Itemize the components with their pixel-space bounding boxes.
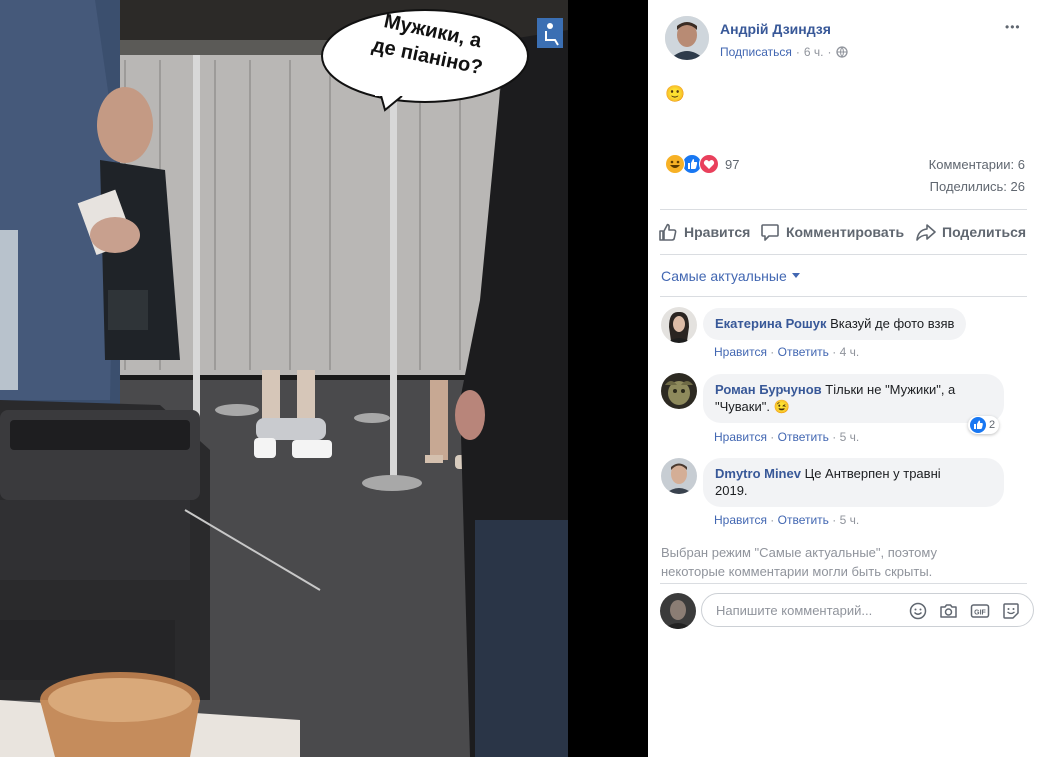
post-author-name[interactable]: Андрій Дзиндзя (720, 21, 831, 37)
comments-count[interactable]: Комментарии: 6 (929, 157, 1025, 172)
comment-like-reaction-icon (970, 417, 986, 433)
shares-count[interactable]: Поделились: 26 (930, 179, 1025, 194)
comment-sort-dropdown[interactable]: Самые актуальные (661, 268, 800, 284)
comment-sep-2a: · (770, 430, 775, 444)
share-button[interactable]: Поделиться (916, 221, 1026, 243)
comment-actions-3: Нравится · Ответить · 5 ч. (714, 513, 859, 527)
more-options-button[interactable]: ••• (1005, 20, 1021, 34)
comment-actions-2: Нравится · Ответить · 5 ч. (714, 430, 859, 444)
commenter-avatar-2[interactable] (661, 373, 697, 409)
share-icon (916, 222, 942, 242)
emoji-icon[interactable] (909, 602, 927, 620)
svg-text:GIF: GIF (974, 609, 986, 616)
comment-like-3[interactable]: Нравится (714, 513, 767, 527)
meta-separator-2: · (827, 45, 832, 59)
post-meta: Подписаться · 6 ч. · (720, 45, 848, 59)
comment-label: Комментировать (786, 224, 905, 240)
comment-input-placeholder: Напишите комментарий... (716, 603, 873, 618)
reactions-summary[interactable]: 97 (665, 154, 739, 174)
comment-time-1[interactable]: 4 ч. (840, 345, 860, 359)
comment-time-3[interactable]: 5 ч. (840, 513, 860, 527)
share-label: Поделиться (942, 224, 1027, 240)
comment-time-2[interactable]: 5 ч. (840, 430, 860, 444)
like-icon (658, 222, 684, 242)
sticker-icon[interactable] (1002, 602, 1020, 620)
like-button[interactable]: Нравится (658, 221, 750, 243)
comment-like-1[interactable]: Нравится (714, 345, 767, 359)
sort-label: Самые актуальные (661, 268, 787, 284)
subscribe-link[interactable]: Подписаться (720, 45, 792, 59)
camera-icon[interactable] (939, 602, 958, 620)
comment-sep-1b: · (832, 345, 837, 359)
comment-reply-1[interactable]: Ответить (778, 345, 829, 359)
comment-reactions-2[interactable]: 2 (968, 416, 1000, 434)
voting-booth-photo (0, 0, 568, 757)
gif-icon[interactable]: GIF (970, 602, 990, 620)
comment-text-1: Вказуй де фото взяв (830, 316, 955, 331)
commenter-avatar-1[interactable] (661, 307, 697, 343)
comment-sep-2b: · (832, 430, 837, 444)
comment-sep-3b: · (832, 513, 837, 527)
comment-button[interactable]: Комментировать (760, 221, 904, 243)
comment-reply-2[interactable]: Ответить (778, 430, 829, 444)
comment-reply-3[interactable]: Ответить (778, 513, 829, 527)
comment-reaction-count-2: 2 (989, 419, 996, 431)
comment-sep-3a: · (770, 513, 775, 527)
divider-top (660, 209, 1027, 210)
comment-actions-1: Нравится · Ответить · 4 ч. (714, 345, 859, 359)
reactions-count: 97 (725, 156, 740, 172)
comment-text-2-line2: "Чуваки". 😉 (715, 399, 790, 414)
notice-line-1: Выбран режим "Самые актуальные", поэтому (661, 545, 937, 560)
comment-author-3[interactable]: Dmytro Minev (715, 466, 801, 481)
haha-reaction-icon (665, 154, 685, 174)
comment-author-2[interactable]: Роман Бурчунов (715, 382, 822, 397)
like-label: Нравится (684, 224, 751, 240)
notice-line-2: некоторые комментарии могли быть скрыты. (661, 564, 933, 579)
divider-sort (660, 296, 1027, 297)
post-photo[interactable]: Мужики, а де піаніно? (0, 0, 568, 757)
comment-bubble-1: Екатерина Рошук Вказуй де фото взяв (703, 308, 967, 340)
comment-author-1[interactable]: Екатерина Рошук (715, 316, 827, 331)
comment-like-2[interactable]: Нравится (714, 430, 767, 444)
comment-text-2-line1: Тільки не "Мужики", а (825, 382, 956, 397)
divider-actions (660, 254, 1027, 255)
post-text: 🙂 (665, 86, 685, 103)
filtered-comments-notice: Выбран режим "Самые актуальные", поэтому… (661, 543, 937, 581)
caret-down-icon (791, 273, 800, 279)
comment-bubble-3: Dmytro Minev Це Антверпен у травні 2019. (703, 458, 1004, 507)
comment-text-3-line1: Це Антверпен у травні (804, 466, 941, 481)
comment-text-3-line2: 2019. (715, 483, 748, 498)
meta-separator: · (795, 45, 800, 59)
comment-icon (760, 222, 786, 242)
post-time[interactable]: 6 ч. (804, 45, 824, 59)
divider-composer (660, 583, 1027, 584)
current-user-avatar (660, 593, 696, 629)
post-details-panel: Андрій Дзиндзя Подписаться · 6 ч. · ••• … (648, 0, 1039, 757)
author-avatar[interactable] (665, 16, 709, 60)
commenter-avatar-3[interactable] (661, 458, 697, 494)
comment-input[interactable]: Напишите комментарий... GIF (701, 593, 1034, 627)
globe-icon (835, 46, 848, 58)
comment-sep-1a: · (770, 345, 775, 359)
love-reaction-icon (699, 154, 719, 174)
comment-bubble-2: Роман Бурчунов Тільки не "Мужики", а "Чу… (703, 374, 1004, 423)
